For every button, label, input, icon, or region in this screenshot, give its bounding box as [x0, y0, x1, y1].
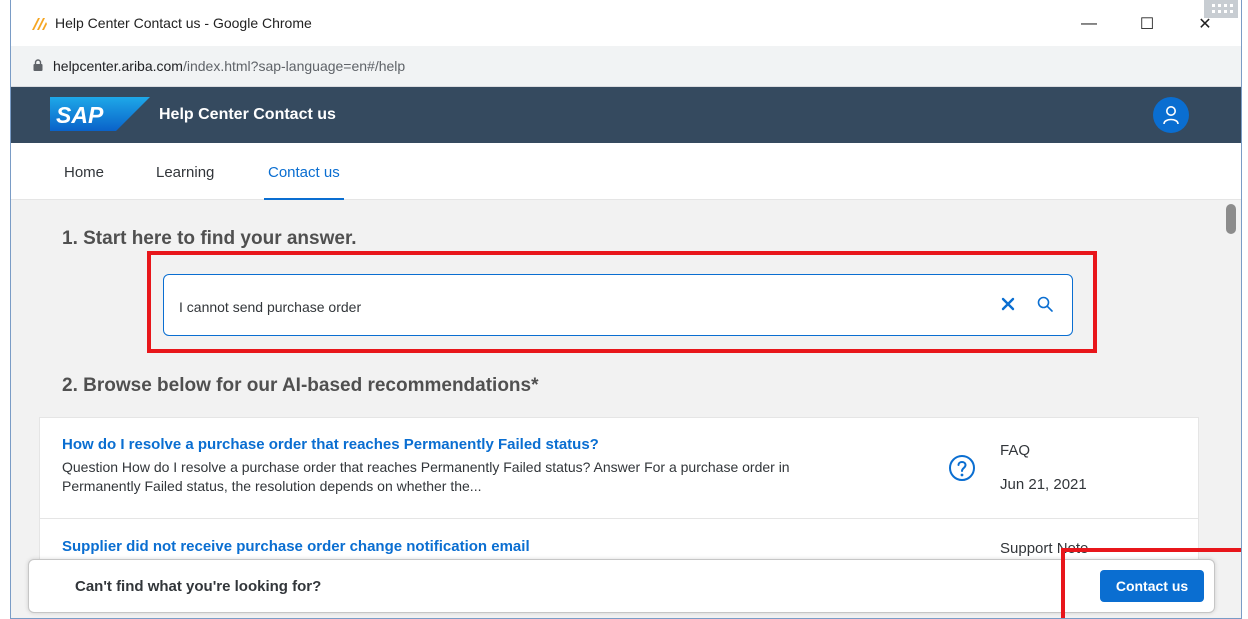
url-host: helpcenter.ariba.com — [53, 58, 183, 74]
shell-header: SAP Help Center Contact us — [11, 87, 1241, 143]
result-description: Question How do I resolve a purchase ord… — [62, 459, 790, 494]
grid-icon — [1204, 0, 1238, 18]
question-circle-icon — [949, 455, 975, 481]
result-title-link[interactable]: Supplier did not receive purchase order … — [62, 538, 530, 555]
user-icon — [1163, 106, 1179, 125]
address-bar[interactable]: helpcenter.ariba.com/index.html?sap-lang… — [11, 46, 1241, 87]
top-navigation: Home Learning Contact us — [11, 143, 1241, 201]
result-title-link[interactable]: How do I resolve a purchase order that r… — [62, 436, 599, 453]
result-date: Jun 21, 2021 — [1000, 476, 1087, 493]
window-title: Help Center Contact us - Google Chrome — [55, 15, 312, 31]
tab-contact-us[interactable]: Contact us — [264, 164, 344, 201]
result-type: FAQ — [1000, 442, 1031, 459]
contact-button-highlight-box — [1061, 548, 1241, 618]
url-path: /index.html?sap-language=en#/help — [182, 58, 406, 74]
minimize-button[interactable]: — — [1071, 10, 1107, 38]
window-titlebar: Help Center Contact us - Google Chrome —… — [11, 0, 1241, 46]
tab-home[interactable]: Home — [64, 164, 104, 181]
contact-footer-bar: Can't find what you're looking for? Cont… — [28, 559, 1215, 613]
sap-logo[interactable]: SAP — [50, 97, 150, 131]
step2-title: 2. Browse below for our AI-based recomme… — [62, 375, 539, 396]
tab-learning[interactable]: Learning — [156, 164, 214, 181]
maximize-button[interactable]: ☐ — [1129, 10, 1165, 38]
url-text[interactable]: helpcenter.ariba.com/index.html?sap-lang… — [53, 58, 405, 74]
list-item[interactable]: How do I resolve a purchase order that r… — [40, 418, 1198, 519]
user-avatar-button[interactable] — [1153, 97, 1189, 133]
search-highlight-box — [147, 251, 1097, 353]
footer-prompt: Can't find what you're looking for? — [75, 578, 322, 595]
scrollbar-thumb[interactable] — [1226, 204, 1236, 234]
step1-title: 1. Start here to find your answer. — [62, 228, 357, 249]
browser-window: Help Center Contact us - Google Chrome —… — [10, 0, 1242, 619]
sap-logo-text: SAP — [56, 102, 104, 128]
site-favicon-icon — [32, 18, 47, 30]
app-title: Help Center Contact us — [159, 106, 336, 123]
lock-icon — [33, 59, 43, 71]
